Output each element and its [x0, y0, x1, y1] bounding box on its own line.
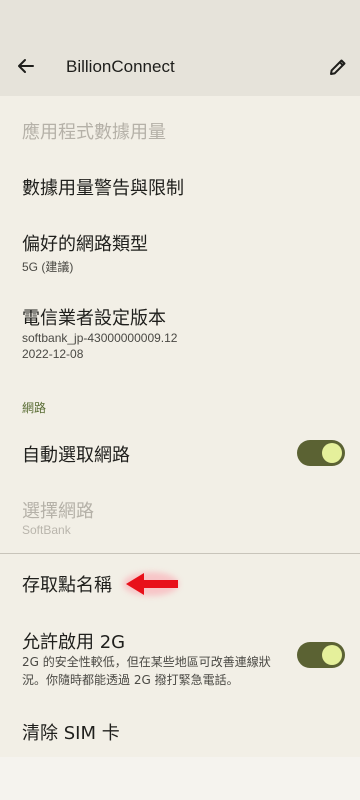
carrier-settings-version-date: 2022-12-08 [22, 347, 84, 361]
access-point-names-label: 存取點名稱 [22, 575, 112, 596]
preferred-network-type-label: 偏好的網路類型 [22, 234, 148, 255]
auto-select-network-item[interactable]: 自動選取網路 [0, 430, 360, 476]
preferred-network-type-item[interactable]: 偏好的網路類型 5G (建議) [0, 220, 360, 292]
data-warning-limit-item[interactable]: 數據用量警告與限制 [0, 162, 360, 212]
app-data-usage-label: 應用程式數據用量 [22, 122, 166, 143]
divider [0, 553, 360, 554]
app-title: BillionConnect [66, 57, 175, 76]
toggle-knob [322, 645, 342, 665]
allow-2g-label: 允許啟用 2G [22, 632, 126, 653]
allow-2g-description: 2G 的安全性較低，但在某些地區可改善連線狀況。你隨時都能透過 2G 撥打緊急電… [22, 655, 271, 687]
auto-select-network-label: 自動選取網路 [22, 445, 130, 466]
choose-network-label: 選擇網路 [22, 501, 94, 522]
clear-sim-item[interactable]: 清除 SIM 卡 [0, 708, 360, 754]
carrier-settings-version-value: softbank_jp-43000000009.12 [22, 331, 178, 345]
auto-select-network-toggle[interactable] [297, 440, 345, 466]
choose-network-item: 選擇網路 SoftBank [0, 488, 360, 548]
data-warning-limit-label: 數據用量警告與限制 [22, 178, 184, 199]
allow-2g-item[interactable]: 允許啟用 2G 2G 的安全性較低，但在某些地區可改善連線狀況。你隨時都能透過 … [0, 614, 360, 694]
carrier-settings-version-item[interactable]: 電信業者設定版本 softbank_jp-43000000009.12 2022… [0, 296, 360, 368]
preferred-network-type-value: 5G (建議) [22, 260, 74, 274]
app-bar: BillionConnect [0, 40, 360, 96]
carrier-settings-version-label: 電信業者設定版本 [22, 308, 166, 329]
network-section-header: 網路 [22, 401, 47, 415]
app-data-usage-item: 應用程式數據用量 [0, 96, 360, 162]
bottom-area [0, 757, 360, 800]
red-arrow-annotation [123, 572, 179, 596]
arrow-back-icon[interactable] [12, 52, 40, 80]
choose-network-value: SoftBank [22, 523, 71, 537]
status-bar [0, 0, 360, 40]
pencil-icon[interactable] [326, 55, 350, 79]
toggle-knob [322, 443, 342, 463]
clear-sim-label: 清除 SIM 卡 [22, 723, 120, 744]
allow-2g-toggle[interactable] [297, 642, 345, 668]
